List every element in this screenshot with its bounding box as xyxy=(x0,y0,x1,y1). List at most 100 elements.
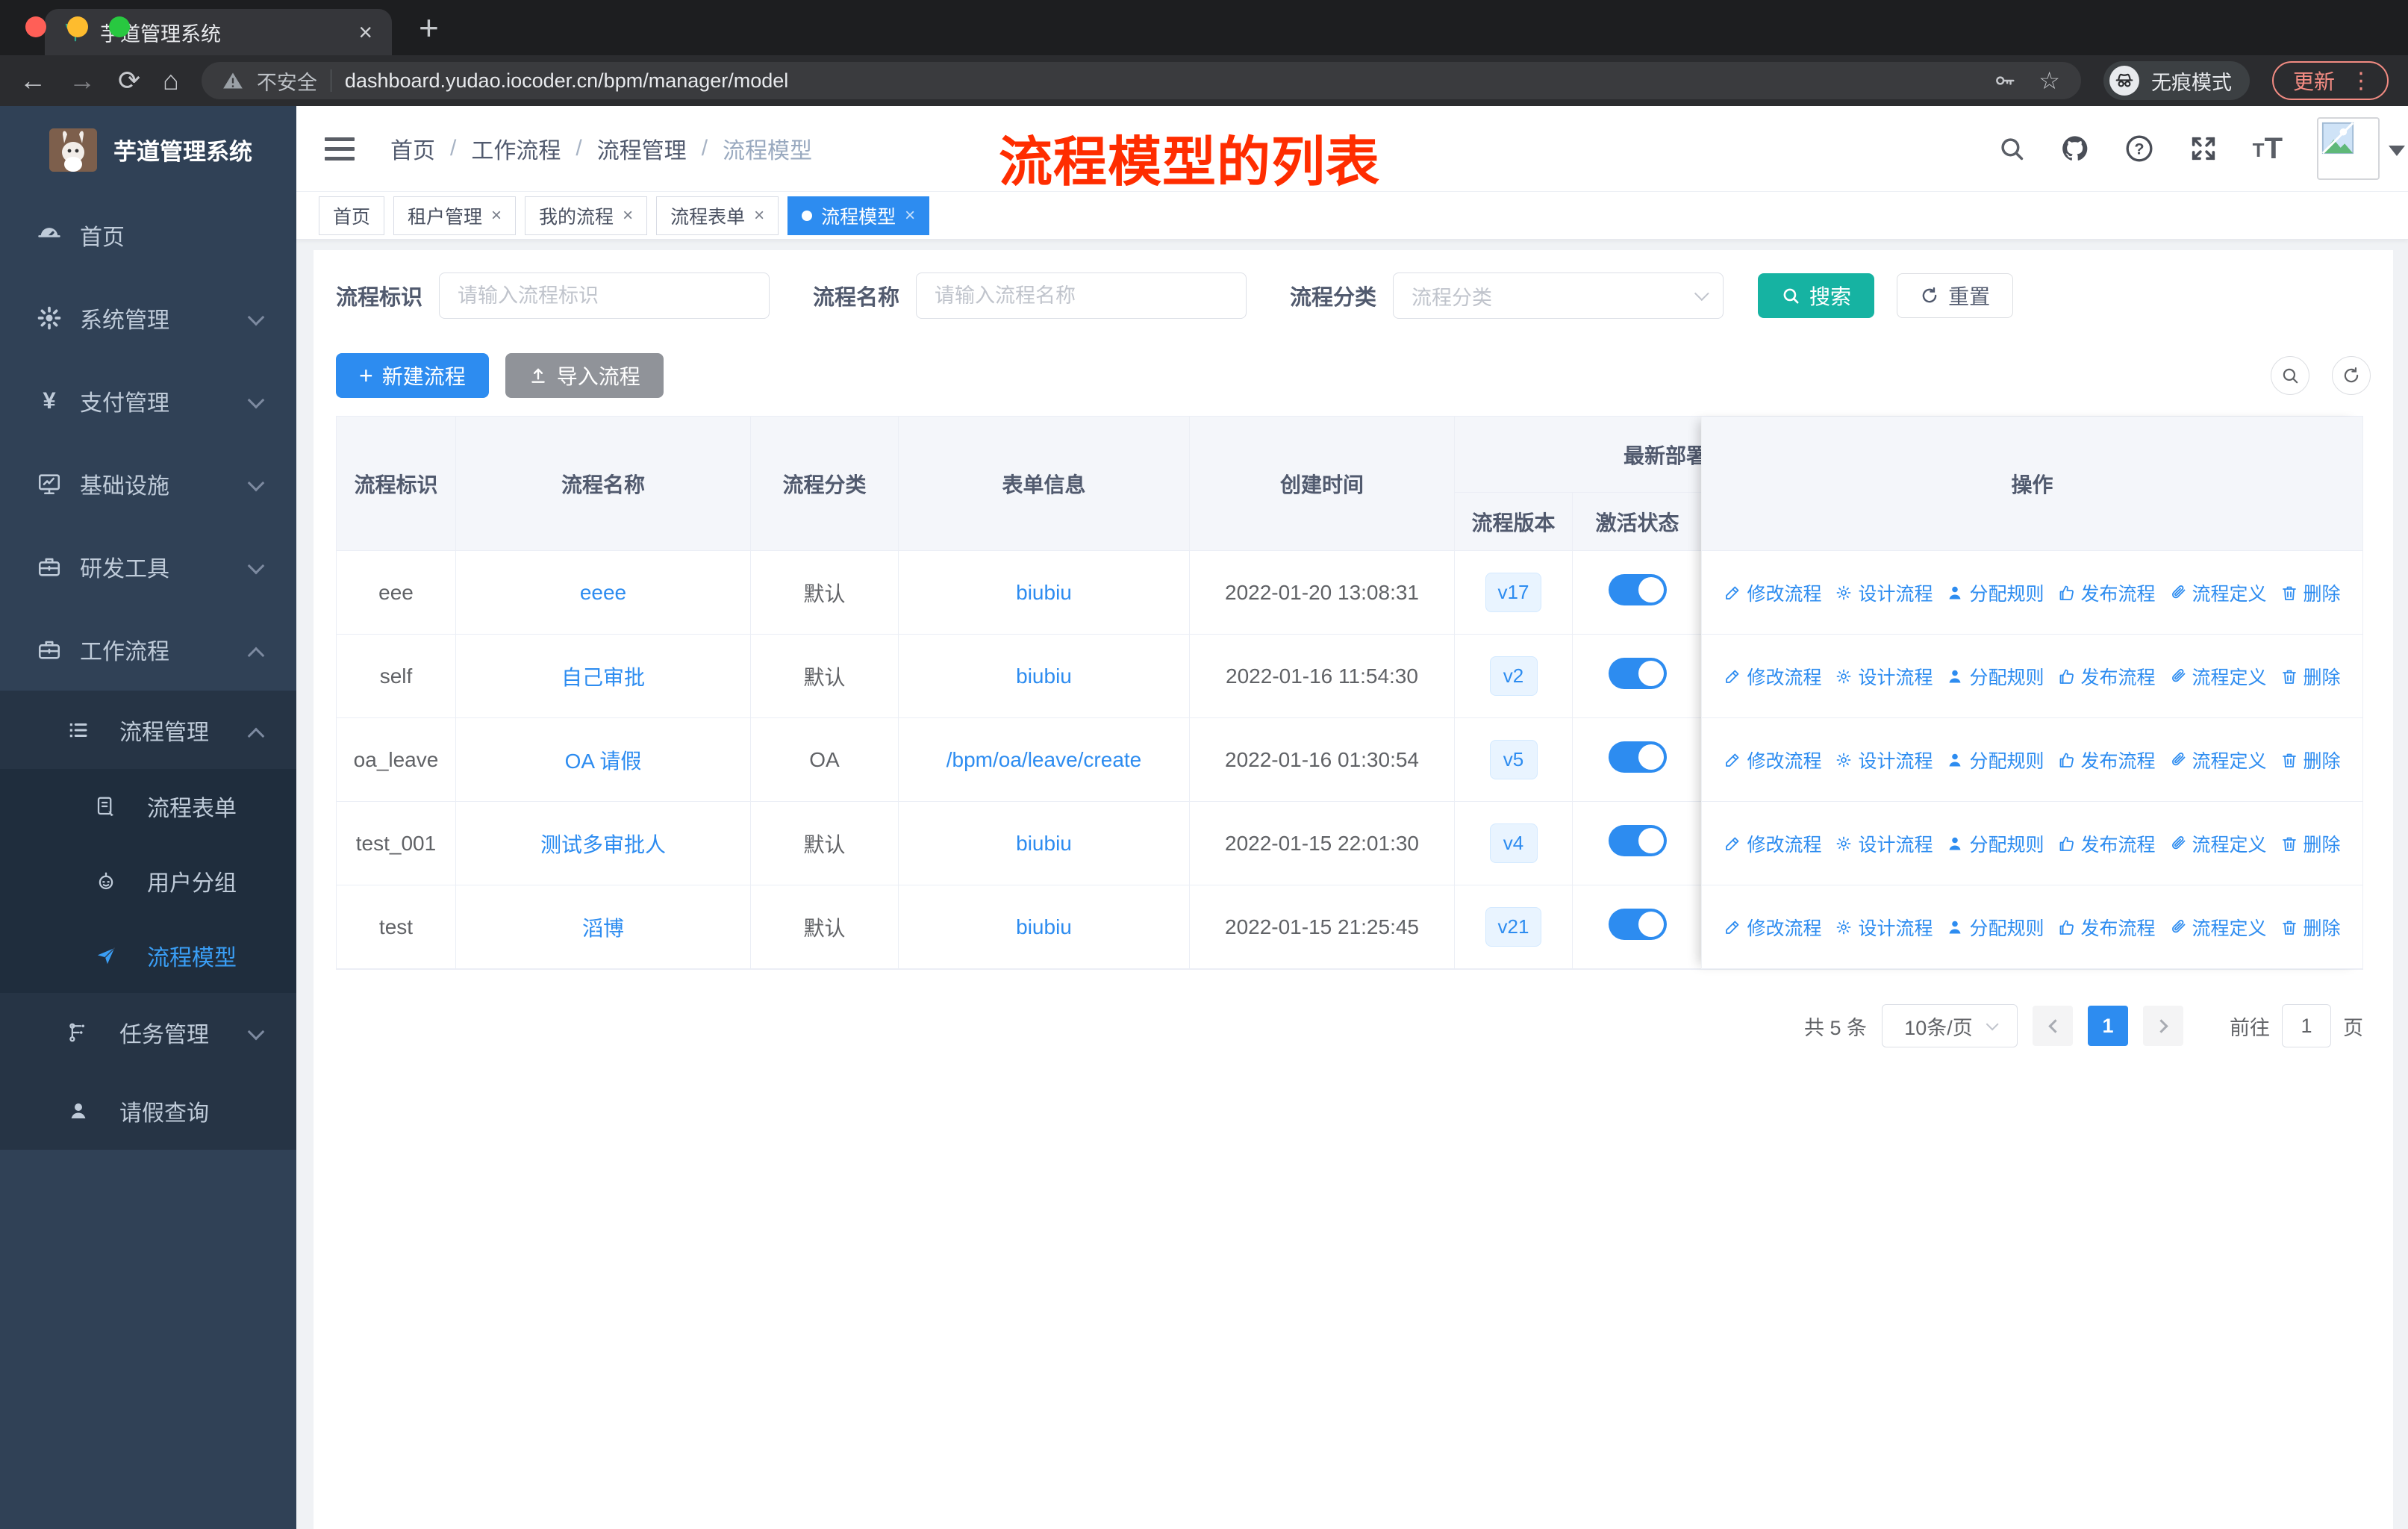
cell-name-link[interactable]: 自己审批 xyxy=(561,666,645,689)
show-search-button[interactable] xyxy=(2271,356,2309,395)
avatar-caret-icon[interactable] xyxy=(2389,146,2405,156)
security-label[interactable]: 不安全 xyxy=(257,66,317,96)
cell-form-link[interactable]: /bpm/oa/leave/create xyxy=(946,748,1142,771)
cell-name-link[interactable]: 滔博 xyxy=(582,917,624,940)
action-delete-trash-link[interactable]: 删除 xyxy=(2280,579,2341,606)
github-icon[interactable] xyxy=(2060,134,2090,164)
cell-form-link[interactable]: biubiu xyxy=(1016,581,1072,604)
active-toggle-on[interactable] xyxy=(1608,658,1667,689)
new-tab-button[interactable]: + xyxy=(419,10,439,45)
import-process-button[interactable]: 导入流程 xyxy=(505,353,664,398)
hamburger-icon[interactable] xyxy=(325,137,355,161)
action-publish-thumb-link[interactable]: 发布流程 xyxy=(2058,747,2156,773)
page-size-select[interactable]: 10条/页 xyxy=(1882,1004,2018,1047)
window-close-button[interactable] xyxy=(25,16,46,37)
process-name-input[interactable] xyxy=(916,273,1247,319)
back-icon[interactable]: ← xyxy=(19,67,46,94)
active-toggle-on[interactable] xyxy=(1608,741,1667,773)
cell-form-link[interactable]: biubiu xyxy=(1016,664,1072,688)
sidebar-item-9-active[interactable]: 流程模型 xyxy=(0,918,296,993)
next-page-button[interactable] xyxy=(2143,1006,2183,1046)
sidebar-item-1[interactable]: 系统管理 xyxy=(0,276,296,359)
tag-3[interactable]: 流程表单 × xyxy=(656,196,779,235)
reset-button[interactable]: 重置 xyxy=(1897,273,2014,318)
category-select[interactable]: 流程分类 xyxy=(1393,273,1724,319)
window-maximize-button[interactable] xyxy=(109,16,130,37)
sidebar-item-0[interactable]: 首页 xyxy=(0,193,296,276)
action-design-gear-link[interactable]: 设计流程 xyxy=(1835,663,1933,690)
version-badge[interactable]: v5 xyxy=(1489,740,1538,779)
refresh-table-button[interactable] xyxy=(2332,356,2371,395)
tag-close-icon[interactable]: × xyxy=(905,206,915,225)
action-delete-trash-link[interactable]: 删除 xyxy=(2280,747,2341,773)
cell-form-link[interactable]: biubiu xyxy=(899,802,1190,885)
cell-form-link[interactable]: biubiu xyxy=(899,551,1190,635)
version-badge[interactable]: v21 xyxy=(1485,907,1542,947)
window-minimize-button[interactable] xyxy=(67,16,88,37)
action-publish-thumb-link[interactable]: 发布流程 xyxy=(2058,830,2156,857)
cell-name-link[interactable]: 测试多审批人 xyxy=(540,833,666,856)
action-design-gear-link[interactable]: 设计流程 xyxy=(1835,579,1933,606)
action-design-gear-link[interactable]: 设计流程 xyxy=(1835,747,1933,773)
version-badge[interactable]: v17 xyxy=(1485,573,1542,612)
tag-4[interactable]: 流程模型 × xyxy=(787,196,930,235)
cell-name-link[interactable]: 滔博 xyxy=(456,885,751,969)
tag-close-icon[interactable]: × xyxy=(623,206,633,225)
action-edit-link[interactable]: 修改流程 xyxy=(1724,579,1821,606)
font-size-icon[interactable]: TT xyxy=(2253,134,2283,164)
action-edit-link[interactable]: 修改流程 xyxy=(1724,663,1821,690)
header-search-icon[interactable] xyxy=(1997,134,2026,163)
help-icon[interactable]: ? xyxy=(2124,134,2154,164)
action-design-gear-link[interactable]: 设计流程 xyxy=(1835,830,1933,857)
cell-form-link[interactable]: biubiu xyxy=(899,635,1190,718)
forward-icon[interactable]: → xyxy=(69,67,96,94)
action-publish-thumb-link[interactable]: 发布流程 xyxy=(2058,914,2156,941)
tag-close-icon[interactable]: × xyxy=(754,206,764,225)
fullscreen-icon[interactable] xyxy=(2189,134,2218,164)
tag-close-icon[interactable]: × xyxy=(491,206,502,225)
url-text[interactable]: dashboard.yudao.iocoder.cn/bpm/manager/m… xyxy=(345,69,788,93)
action-assign-user-link[interactable]: 分配规则 xyxy=(1946,914,2044,941)
goto-page-input[interactable] xyxy=(2282,1004,2331,1047)
url-bar[interactable]: 不安全 dashboard.yudao.iocoder.cn/bpm/manag… xyxy=(201,62,2081,99)
process-id-input[interactable] xyxy=(439,273,770,319)
cell-name-link[interactable]: eeee xyxy=(580,581,626,604)
sidebar-item-8[interactable]: 用户分组 xyxy=(0,844,296,918)
cell-form-link[interactable]: biubiu xyxy=(1016,915,1072,938)
version-badge[interactable]: v2 xyxy=(1489,656,1538,696)
tab-close-icon[interactable]: × xyxy=(358,20,372,44)
search-button[interactable]: 搜索 xyxy=(1758,273,1875,318)
sidebar-item-10[interactable]: 任务管理 xyxy=(0,993,296,1071)
action-assign-user-link[interactable]: 分配规则 xyxy=(1946,663,2044,690)
sidebar-item-7[interactable]: 流程表单 xyxy=(0,769,296,844)
action-edit-link[interactable]: 修改流程 xyxy=(1724,914,1821,941)
cell-form-link[interactable]: biubiu xyxy=(899,885,1190,969)
action-edit-link[interactable]: 修改流程 xyxy=(1724,830,1821,857)
breadcrumb-process-mgmt[interactable]: 流程管理 xyxy=(597,132,687,165)
cell-name-link[interactable]: OA 请假 xyxy=(456,718,751,802)
tag-1[interactable]: 租户管理 × xyxy=(393,196,517,235)
avatar[interactable] xyxy=(2317,117,2405,180)
reload-icon[interactable]: ⟳ xyxy=(118,67,140,94)
window-controls[interactable] xyxy=(25,16,130,37)
action-definition-clip-link[interactable]: 流程定义 xyxy=(2169,830,2267,857)
version-badge[interactable]: v4 xyxy=(1489,823,1538,863)
sidebar-item-11[interactable]: 请假查询 xyxy=(0,1071,296,1150)
sidebar-item-3[interactable]: 基础设施 xyxy=(0,442,296,525)
create-process-button[interactable]: + 新建流程 xyxy=(336,353,489,398)
action-definition-clip-link[interactable]: 流程定义 xyxy=(2169,914,2267,941)
action-publish-thumb-link[interactable]: 发布流程 xyxy=(2058,579,2156,606)
sidebar-item-5[interactable]: 工作流程 xyxy=(0,608,296,691)
cell-name-link[interactable]: OA 请假 xyxy=(565,750,642,773)
key-icon[interactable] xyxy=(1994,69,2016,92)
update-button[interactable]: 更新 ⋮ xyxy=(2271,61,2389,100)
action-assign-user-link[interactable]: 分配规则 xyxy=(1946,830,2044,857)
action-assign-user-link[interactable]: 分配规则 xyxy=(1946,579,2044,606)
cell-name-link[interactable]: 测试多审批人 xyxy=(456,802,751,885)
home-icon[interactable]: ⌂ xyxy=(163,67,179,94)
action-design-gear-link[interactable]: 设计流程 xyxy=(1835,914,1933,941)
sidebar-item-4[interactable]: 研发工具 xyxy=(0,525,296,608)
action-assign-user-link[interactable]: 分配规则 xyxy=(1946,747,2044,773)
current-page-button[interactable]: 1 xyxy=(2088,1006,2128,1046)
action-edit-link[interactable]: 修改流程 xyxy=(1724,747,1821,773)
